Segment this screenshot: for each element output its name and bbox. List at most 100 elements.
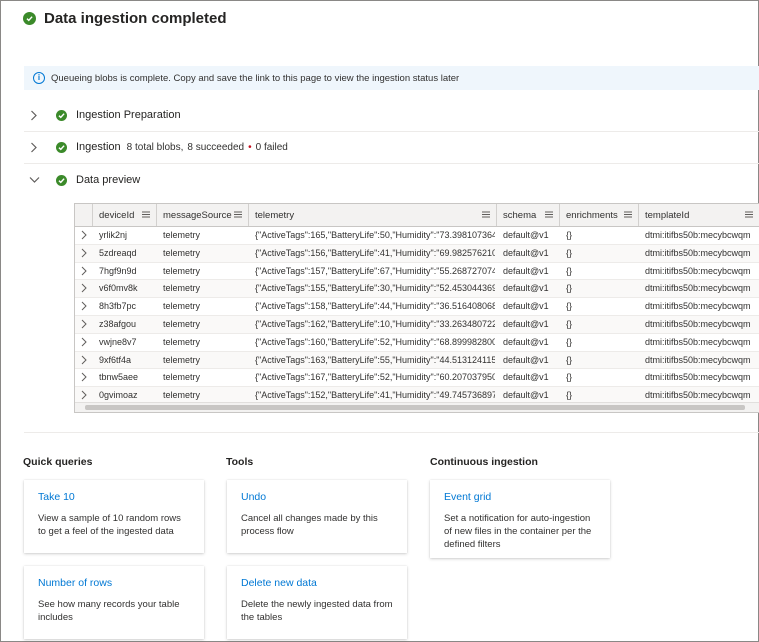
card-event-grid[interactable]: Event grid Set a notification for auto-i… — [430, 480, 610, 558]
column-header-telemetry[interactable]: telemetry — [249, 204, 497, 226]
menu-lines-icon[interactable] — [234, 211, 242, 218]
chevron-right-icon[interactable] — [80, 266, 88, 276]
table-cell-templateId: dtmi:itifbs50b:mecybcwqm — [645, 354, 751, 365]
card-link-take-10[interactable]: Take 10 — [38, 491, 190, 503]
chevron-right-icon[interactable] — [80, 390, 88, 400]
column-header-schema[interactable]: schema — [497, 204, 560, 226]
table-row[interactable]: tbnw5aee telemetry {"ActiveTags":167,"Batt… — [75, 369, 759, 388]
table-cell-telemetry: {"ActiveTags":157,"BatteryLife":67,"Humi… — [255, 265, 495, 276]
card-delete-new-data[interactable]: Delete new data Delete the newly ingeste… — [227, 566, 407, 639]
column-label: messageSource — [163, 209, 232, 221]
card-undo[interactable]: Undo Cancel all changes made by this pro… — [227, 480, 407, 553]
card-description: See how many records your table includes — [38, 599, 180, 623]
info-banner-text: Queueing blobs is complete. Copy and sav… — [51, 72, 460, 84]
table-cell-messageSource: telemetry — [163, 230, 201, 240]
card-number-of-rows[interactable]: Number of rows See how many records your… — [24, 566, 204, 639]
scrollbar-thumb[interactable] — [85, 405, 745, 410]
table-cell-telemetry: {"ActiveTags":155,"BatteryLife":30,"Humi… — [255, 283, 495, 294]
table-cell-templateId: dtmi:itifbs50b:mecybcwqm — [645, 230, 751, 240]
table-cell-telemetry: {"ActiveTags":165,"BatteryLife":50,"Humi… — [255, 230, 495, 240]
table-cell-templateId: dtmi:itifbs50b:mecybcwqm — [645, 301, 751, 312]
table-cell-schema: default@v1 — [503, 336, 549, 347]
table-cell-schema: default@v1 — [503, 265, 549, 276]
table-cell-schema: default@v1 — [503, 354, 549, 365]
chevron-right-icon[interactable] — [80, 319, 88, 329]
table-cell-deviceId: yrlik2nj — [99, 230, 128, 240]
chevron-right-icon[interactable] — [80, 248, 88, 258]
menu-lines-icon[interactable] — [545, 211, 553, 218]
chevron-right-icon[interactable] — [80, 337, 88, 347]
table-cell-messageSource: telemetry — [163, 319, 201, 329]
table-cell-schema: default@v1 — [503, 283, 549, 294]
table-cell-deviceId: tbnw5aee — [99, 372, 139, 383]
chevron-right-icon[interactable] — [80, 230, 88, 240]
card-link-delete-new-data[interactable]: Delete new data — [241, 577, 393, 589]
card-link-event-grid[interactable]: Event grid — [444, 491, 596, 503]
table-cell-enrichments: {} — [566, 319, 573, 329]
ingestion-failed: 0 failed — [255, 141, 288, 153]
table-cell-messageSource: telemetry — [163, 336, 201, 347]
menu-lines-icon[interactable] — [142, 211, 150, 218]
table-cell-templateId: dtmi:itifbs50b:mecybcwqm — [645, 247, 751, 258]
card-description: Set a notification for auto-ingestion of… — [444, 513, 592, 550]
table-cell-messageSource: telemetry — [163, 247, 201, 258]
card-link-number-of-rows[interactable]: Number of rows — [38, 577, 190, 589]
table-cell-enrichments: {} — [566, 372, 573, 383]
card-description: Cancel all changes made by this process … — [241, 513, 378, 537]
table-cell-templateId: dtmi:itifbs50b:mecybcwqm — [645, 265, 751, 276]
table-row[interactable]: vwjne8v7 telemetry {"ActiveTags":160,"Batt… — [75, 334, 759, 352]
step-label: Data preview — [76, 174, 141, 186]
step-label: Ingestion — [76, 141, 121, 153]
column-label: schema — [503, 209, 537, 221]
card-link-undo[interactable]: Undo — [241, 491, 393, 503]
table-cell-messageSource: telemetry — [163, 372, 201, 383]
info-icon: i — [33, 72, 45, 84]
menu-lines-icon[interactable] — [745, 211, 753, 218]
chevron-right-icon[interactable] — [26, 139, 42, 155]
ingestion-succeeded: 8 succeeded — [187, 141, 245, 153]
table-cell-telemetry: {"ActiveTags":162,"BatteryLife":10,"Humi… — [255, 319, 495, 329]
chevron-right-icon[interactable] — [80, 355, 88, 365]
table-cell-telemetry: {"ActiveTags":156,"BatteryLife":41,"Humi… — [255, 247, 495, 258]
horizontal-scrollbar[interactable] — [75, 402, 759, 412]
column-header-templateId[interactable]: templateId — [639, 204, 759, 226]
tools-heading: Tools — [226, 456, 254, 468]
chevron-right-icon[interactable] — [26, 107, 42, 123]
chevron-right-icon[interactable] — [80, 301, 88, 311]
table-cell-schema: default@v1 — [503, 372, 549, 383]
table-row[interactable]: 8h3fb7pc telemetry {"ActiveTags":158,"Batt… — [75, 298, 759, 316]
card-description: Delete the newly ingested data from the … — [241, 599, 393, 623]
card-take-10[interactable]: Take 10 View a sample of 10 random rows … — [24, 480, 204, 553]
table-cell-schema: default@v1 — [503, 247, 549, 258]
table-row[interactable]: 9xf6tf4a telemetry {"ActiveTags":163,"Batt… — [75, 351, 759, 370]
column-label: templateId — [645, 209, 690, 221]
column-header-enrichments[interactable]: enrichments — [560, 204, 639, 226]
table-row[interactable]: yrlik2nj telemetry {"ActiveTags":165,"Batt… — [75, 227, 759, 245]
chevron-down-icon[interactable] — [26, 172, 42, 188]
menu-lines-icon[interactable] — [482, 211, 490, 218]
page-header: Data ingestion completed — [23, 10, 227, 27]
check-circle-icon — [23, 12, 36, 25]
table-cell-enrichments: {} — [566, 247, 573, 258]
quick-queries-heading: Quick queries — [23, 456, 93, 468]
table-row[interactable]: 5zdreaqd telemetry {"ActiveTags":156,"Batt… — [75, 244, 759, 263]
menu-lines-icon[interactable] — [624, 211, 632, 218]
column-header-messageSource[interactable]: messageSource — [157, 204, 249, 226]
table-row[interactable]: v6f0mv8k telemetry {"ActiveTags":155,"Batt… — [75, 280, 759, 299]
step-label: Ingestion Preparation — [76, 109, 181, 121]
step-data-preview: Data preview — [24, 164, 759, 196]
table-row[interactable]: 7hgf9n9d telemetry {"ActiveTags":157,"Batt… — [75, 263, 759, 281]
chevron-right-icon[interactable] — [80, 283, 88, 293]
table-row[interactable]: z38afgou telemetry {"ActiveTags":162,"Batt… — [75, 316, 759, 334]
table-cell-enrichments: {} — [566, 336, 573, 347]
grid-header: deviceId messageSource telemetry schema … — [75, 204, 759, 227]
column-header-deviceId[interactable]: deviceId — [93, 204, 157, 226]
table-cell-telemetry: {"ActiveTags":160,"BatteryLife":52,"Humi… — [255, 336, 495, 347]
card-description: View a sample of 10 random rows to get a… — [38, 513, 181, 537]
table-cell-templateId: dtmi:itifbs50b:mecybcwqm — [645, 283, 751, 294]
continuous-ingestion-heading: Continuous ingestion — [430, 456, 538, 468]
step-ingestion: Ingestion 8 total blobs, 8 succeeded • 0… — [24, 131, 759, 164]
chevron-right-icon[interactable] — [80, 372, 88, 382]
table-cell-messageSource: telemetry — [163, 301, 201, 312]
table-cell-deviceId: 9xf6tf4a — [99, 354, 132, 365]
